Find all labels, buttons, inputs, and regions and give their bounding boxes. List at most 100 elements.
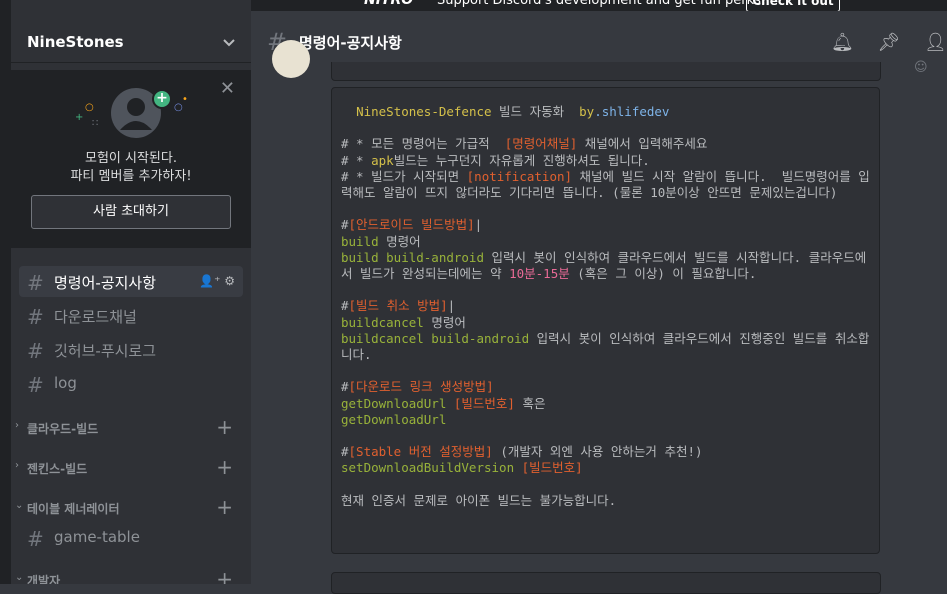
category-jenkins-build[interactable]: › 젠킨스-빌드 + — [15, 455, 247, 479]
code-rule-2-text: 빌드는 누구던지 자유롭게 진행하셔도 됩니다. — [393, 152, 650, 168]
add-channel-icon[interactable]: + — [216, 495, 233, 519]
category-label: 테이블 제너레이터 — [27, 502, 120, 516]
members-icon[interactable]: 👤︎ — [924, 32, 947, 53]
code-section-hash: # — [341, 379, 349, 395]
category-label: 개발자 — [27, 574, 61, 584]
code-cursor: | — [447, 298, 456, 314]
text-channel-icon: # — [27, 271, 44, 295]
channel-item-notice[interactable]: # 명령어-공지사항 👤⁺ ⚙ — [19, 266, 243, 297]
code-cursor: | — [474, 217, 483, 233]
text-channel-icon: # — [27, 527, 44, 551]
text-channel-icon: # — [27, 373, 44, 397]
banner-message: Support Discord's development and get fu… — [437, 0, 767, 8]
header-toolbar: 🔔︎ 📌︎ 👤︎ — [813, 32, 947, 53]
code-rule-3-tag: [notification] — [466, 168, 573, 184]
channel-sidebar: NineStones ✕ + ○ ∷ ○ • + 모험이 시작된다. 파티 멤버… — [0, 0, 251, 584]
channel-title: 명령어-공지사항 — [299, 34, 402, 52]
code-text: 혹은 — [514, 395, 546, 411]
guild-name: NineStones — [27, 33, 124, 51]
channel-name: log — [54, 374, 77, 392]
code-title-by: by — [579, 104, 595, 119]
code-section-hash: # — [341, 444, 349, 460]
text-channel-icon: # — [27, 305, 44, 329]
add-channel-icon[interactable]: + — [216, 415, 233, 439]
category-cloud-build[interactable]: › 클라우드-빌드 + — [15, 415, 247, 439]
chevron-down-icon: ⌄ — [15, 500, 24, 511]
code-rule-2-apk: apk — [371, 152, 394, 168]
code-rule-1-prefix: # * 모든 명령어는 가급적 — [341, 136, 505, 152]
code-command: build — [341, 233, 379, 249]
invite-line-2: 파티 멤버를 추가하자! — [70, 169, 192, 184]
author-avatar[interactable] — [272, 40, 310, 78]
code-rule-1-tag: [명령어채널] — [504, 136, 578, 152]
server-list-strip — [0, 0, 11, 584]
close-icon[interactable]: ✕ — [220, 78, 235, 99]
chevron-down-icon: ⌄ — [15, 572, 24, 583]
invite-line-1: 모험이 시작된다. — [85, 151, 177, 166]
code-command: setDownloadBuildVersion — [341, 460, 515, 476]
gear-icon[interactable]: ⚙ — [224, 274, 235, 288]
chevron-right-icon: › — [15, 460, 19, 471]
code-duration: 10분-15분 — [509, 266, 570, 282]
code-argument: [빌드번호] — [514, 460, 583, 476]
code-rule-1-text: 채널에서 입력해주세요 — [577, 136, 708, 152]
channel-item-github-push[interactable]: # 깃허브-푸시로그 — [19, 334, 243, 365]
sparkle-icon: ○ — [85, 102, 94, 113]
channel-item-download[interactable]: # 다운로드채널 — [19, 300, 243, 331]
code-command: buildcancel — [341, 314, 424, 330]
code-text: (개발자 외엔 사용 안하는거 추천!) — [492, 444, 703, 460]
add-reaction-icon[interactable]: ☺ — [914, 60, 928, 75]
code-rule-2-prefix: # * — [341, 152, 372, 168]
chevron-right-icon: › — [15, 420, 19, 431]
code-title-project: NineStones-Defence — [356, 104, 492, 119]
code-rule-3-prefix: # * 빌드가 시작되면 — [341, 168, 467, 184]
code-section-stable: [Stable 버전 설정방법] — [348, 444, 493, 460]
next-code-block — [331, 572, 881, 594]
code-section-hash: # — [341, 298, 349, 314]
code-section-hash: # — [341, 217, 349, 233]
code-title-author: .shlifedev — [594, 104, 670, 119]
previous-code-block — [331, 62, 881, 81]
chevron-down-icon — [223, 39, 235, 47]
category-developer[interactable]: ⌄ 개발자 + — [15, 567, 247, 584]
add-channel-icon[interactable]: + — [216, 455, 233, 479]
bell-icon[interactable]: 🔔︎ — [831, 32, 854, 53]
channel-item-game-table[interactable]: # game-table — [19, 522, 243, 553]
channel-name: game-table — [54, 528, 140, 546]
invite-member-icon[interactable]: 👤⁺ — [199, 274, 220, 288]
pin-icon[interactable]: 📌︎ — [878, 32, 901, 53]
code-section-cancel: [빌드 취소 방법] — [348, 298, 448, 314]
code-section-android: [안드로이드 빌드방법] — [348, 217, 475, 233]
category-label: 젠킨스-빌드 — [27, 462, 88, 476]
code-title-text: 빌드 자동화 — [491, 104, 580, 119]
code-command: getDownloadUrl — [341, 411, 447, 427]
invite-panel: ✕ + ○ ∷ ○ • + 모험이 시작된다. 파티 멤버를 추가하자! 사람 … — [11, 70, 251, 248]
sparkle-icon: + — [75, 112, 84, 123]
chat-header: # 명령어-공지사항 🔔︎ 📌︎ 👤︎ — [251, 24, 947, 62]
channel-item-log[interactable]: # log — [19, 368, 243, 399]
code-text: (혹은 그 이상) 이 필요합니다. — [569, 266, 757, 282]
code-command: buildcancel build-android — [341, 330, 530, 346]
category-label: 클라우드-빌드 — [27, 422, 99, 436]
code-command: build build-android — [341, 249, 484, 265]
channel-tools: 👤⁺ ⚙ — [199, 274, 235, 288]
code-text: 명령어 — [423, 314, 466, 330]
category-table-generator[interactable]: ⌄ 테이블 제너레이터 + — [15, 495, 247, 519]
code-command: getDownloadUrl — [341, 395, 447, 411]
nitro-logo: NITRO — [364, 0, 414, 8]
guild-header[interactable]: NineStones — [11, 24, 251, 63]
code-text: 명령어 — [378, 233, 421, 249]
nitro-banner: NITRO Support Discord's development and … — [251, 0, 947, 11]
invite-people-button[interactable]: 사람 초대하기 — [31, 195, 231, 229]
code-block: NineStones-Defence 빌드 자동화 by.shlifedev #… — [331, 87, 880, 554]
add-channel-icon[interactable]: + — [216, 567, 233, 584]
code-footer: 현재 인증서 문제로 아이폰 빌드는 불가능합니다. — [341, 492, 617, 508]
sparkle-icon: ∷ — [92, 118, 99, 129]
invite-message: 모험이 시작된다. 파티 멤버를 추가하자! — [11, 150, 251, 186]
text-channel-icon: # — [27, 339, 44, 363]
check-it-out-button[interactable]: Check it out — [746, 0, 840, 11]
channel-name: 명령어-공지사항 — [54, 274, 157, 292]
add-friend-icon: + — [152, 89, 172, 109]
code-section-download: [다운로드 링크 생성방법] — [348, 379, 494, 395]
channel-name: 깃허브-푸시로그 — [54, 342, 157, 360]
